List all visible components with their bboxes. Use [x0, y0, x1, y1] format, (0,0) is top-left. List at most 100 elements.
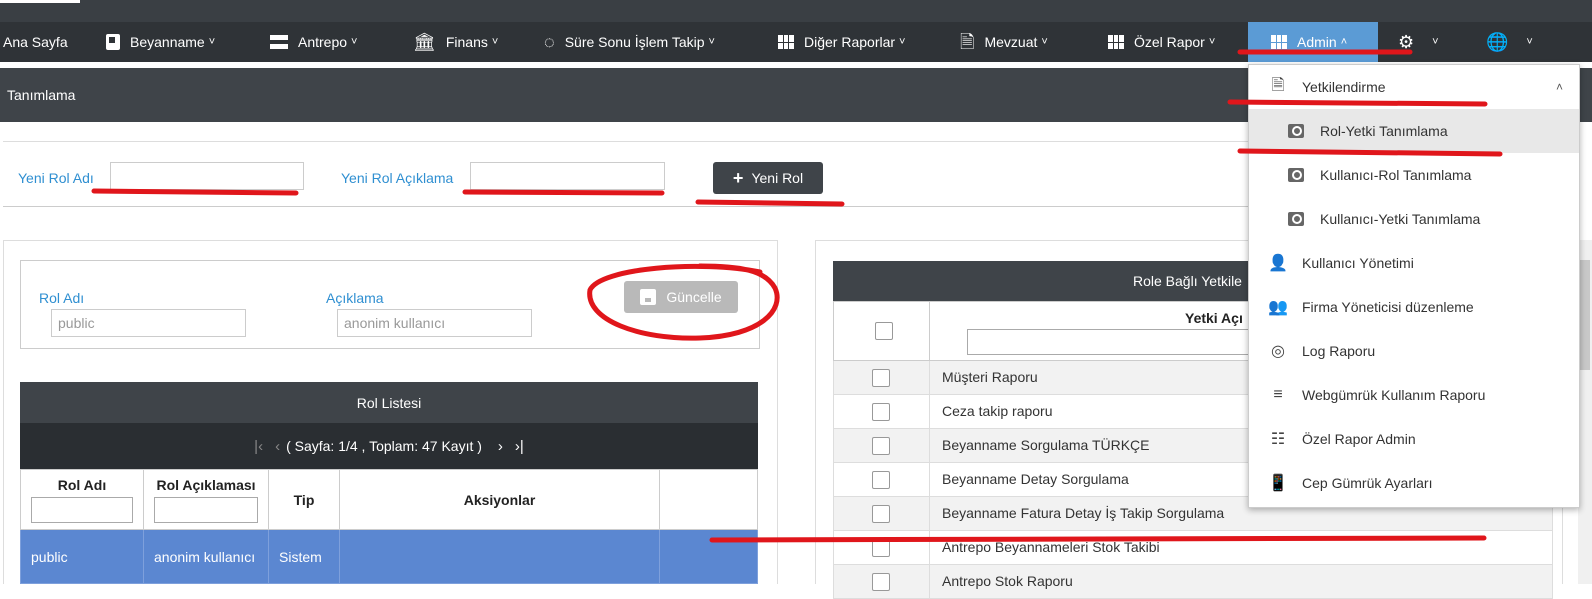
prev-page-icon[interactable]: ‹: [275, 438, 280, 455]
row-checkbox[interactable]: [872, 369, 890, 387]
search-icon: [1287, 210, 1305, 228]
column-divider: [929, 361, 930, 395]
document-icon: [106, 34, 120, 50]
role-table: Rol Adı Rol Açıklaması Tip Aksiyonlar pu…: [20, 469, 758, 584]
nav-beyanname[interactable]: Beyanname ˅: [106, 22, 215, 62]
cell-role-type: Sistem: [268, 529, 340, 584]
edit-role-name-input[interactable]: [51, 309, 246, 337]
permission-name: Antrepo Stok Raporu: [942, 573, 1073, 589]
filter-input[interactable]: [154, 496, 258, 523]
nav-label: Admin: [1297, 34, 1337, 50]
table-icon: [1271, 35, 1287, 49]
pager-status: ( Sayfa: 1/4 , Toplam: 47 Kayıt ): [286, 438, 482, 454]
chevron-down-icon: ˅: [1208, 36, 1216, 48]
chevron-down-icon: ˅: [899, 36, 906, 48]
new-role-button-label: Yeni Rol: [751, 170, 804, 186]
nav-label: Finans: [445, 34, 488, 50]
nav-home[interactable]: Ana Sayfa: [3, 22, 68, 62]
nav-finans[interactable]: 🏛 Finans ˅: [413, 22, 498, 62]
nav-sure-sonu[interactable]: ◌ Süre Sonu İşlem Takip ˅: [544, 22, 715, 62]
menu-item-rol-yetki[interactable]: Rol-Yetki Tanımlama: [1249, 109, 1579, 153]
plus-icon: +: [732, 167, 744, 188]
last-page-icon[interactable]: ›|: [515, 438, 524, 455]
first-page-icon[interactable]: |‹: [254, 438, 263, 455]
col-tip: Tip: [268, 469, 340, 530]
permission-column-title: Yetki Açı: [1185, 310, 1243, 326]
permission-name: Müşteri Raporu: [942, 369, 1038, 385]
menu-item-cep-gumruk[interactable]: 📱 Cep Gümrük Ayarları: [1249, 461, 1579, 505]
list-item[interactable]: Antrepo Stok Raporu: [833, 565, 1553, 599]
menu-item-log-raporu[interactable]: ◎ Log Raporu: [1249, 329, 1579, 373]
menu-item-kullanici-rol[interactable]: Kullanıcı-Rol Tanımlama: [1249, 153, 1579, 197]
table-row[interactable]: public anonim kullanıcı Sistem: [20, 529, 758, 584]
scrollbar-thumb[interactable]: [1580, 260, 1590, 370]
row-checkbox[interactable]: [872, 539, 890, 557]
menu-item-label: Firma Yöneticisi düzenleme: [1302, 299, 1474, 315]
menu-group-yetkilendirme[interactable]: 🗎 Yetkilendirme ˄: [1249, 65, 1579, 109]
column-divider: [929, 497, 930, 531]
menu-item-kullanici-yonetimi[interactable]: 👤 Kullanıcı Yönetimi: [1249, 241, 1579, 285]
cell-role-desc: anonim kullanıcı: [143, 529, 269, 584]
menu-item-kullanici-yetki[interactable]: Kullanıcı-Yetki Tanımlama: [1249, 197, 1579, 241]
row-checkbox[interactable]: [872, 471, 890, 489]
nav-ozel-rapor[interactable]: Özel Rapor ˅: [1108, 22, 1215, 62]
nav-admin[interactable]: Admin ˄: [1248, 22, 1378, 62]
table-icon: [1108, 35, 1124, 49]
menu-item-label: Kullanıcı-Rol Tanımlama: [1320, 167, 1472, 183]
row-checkbox[interactable]: [872, 403, 890, 421]
nav-diger-raporlar[interactable]: Diğer Raporlar ˅: [778, 22, 905, 62]
menu-item-webgumruk[interactable]: ≡ Webgümrük Kullanım Raporu: [1249, 373, 1579, 417]
chevron-down-icon: ˅: [708, 36, 715, 48]
menu-item-label: Özel Rapor Admin: [1302, 431, 1416, 447]
filter-input[interactable]: [31, 496, 133, 523]
nav-antrepo[interactable]: Antrepo ˅: [270, 22, 357, 62]
menu-item-label: Kullanıcı-Yetki Tanımlama: [1320, 211, 1481, 227]
column-divider: [929, 302, 930, 362]
nav-label: Diğer Raporlar: [804, 34, 896, 50]
new-role-desc-label: Yeni Rol Açıklama: [341, 170, 454, 186]
next-page-icon[interactable]: ›: [498, 438, 503, 455]
update-button[interactable]: Güncelle: [624, 281, 738, 313]
new-role-desc-input[interactable]: [470, 162, 665, 190]
new-role-name-label: Yeni Rol Adı: [18, 170, 94, 186]
nav-settings[interactable]: ⚙ ˅: [1398, 22, 1439, 62]
column-divider: [929, 429, 930, 463]
cell-role-actions: [339, 529, 660, 584]
mobile-settings-icon: 📱: [1268, 475, 1288, 492]
nav-label: Antrepo: [298, 34, 348, 50]
role-list-header: Rol Listesi: [20, 382, 758, 423]
edit-role-desc-label: Açıklama: [326, 290, 384, 306]
permission-name: Antrepo Beyannameleri Stok Takibi: [942, 539, 1160, 555]
row-checkbox[interactable]: [872, 437, 890, 455]
list-item[interactable]: Antrepo Beyannameleri Stok Takibi: [833, 531, 1553, 565]
menu-item-label: Cep Gümrük Ayarları: [1302, 475, 1433, 491]
search-icon: [1287, 122, 1305, 140]
nav-mevzuat[interactable]: 🗎 Mevzuat ˅: [960, 22, 1048, 62]
menu-item-ozel-rapor-admin[interactable]: ☷ Özel Rapor Admin: [1249, 417, 1579, 461]
permission-title: Role Bağlı Yetkile: [1133, 273, 1242, 289]
new-role-name-input[interactable]: [110, 162, 304, 190]
column-header: Tip: [293, 491, 315, 508]
warehouse-icon: [270, 35, 288, 49]
chevron-down-icon: ˅: [1432, 36, 1439, 48]
new-role-button[interactable]: + Yeni Rol: [713, 162, 823, 194]
col-rol-aciklamasi: Rol Açıklaması: [143, 469, 269, 530]
save-icon: [640, 289, 657, 305]
column-header: Rol Adı: [57, 476, 107, 493]
row-checkbox[interactable]: [872, 505, 890, 523]
table-icon: [778, 35, 794, 49]
spinner-icon: ◌: [544, 32, 555, 52]
edit-role-name-label: Rol Adı: [39, 290, 85, 306]
menu-item-firma-yoneticisi[interactable]: 👥 Firma Yöneticisi düzenleme: [1249, 285, 1579, 329]
gear-icon: ⚙: [1398, 32, 1415, 52]
edit-role-desc-input[interactable]: [337, 309, 532, 337]
menu-item-label: Log Raporu: [1302, 343, 1376, 359]
row-checkbox[interactable]: [872, 573, 890, 591]
nav-language[interactable]: 🌐 ˅: [1486, 22, 1533, 62]
select-all-checkbox[interactable]: [875, 322, 893, 340]
update-button-label: Güncelle: [666, 289, 722, 305]
chevron-up-icon: ˄: [1555, 80, 1563, 94]
nav-home-label: Ana Sayfa: [3, 34, 68, 50]
chevron-down-icon: ˅: [1041, 36, 1048, 48]
menu-item-label: Rol-Yetki Tanımlama: [1320, 123, 1448, 139]
